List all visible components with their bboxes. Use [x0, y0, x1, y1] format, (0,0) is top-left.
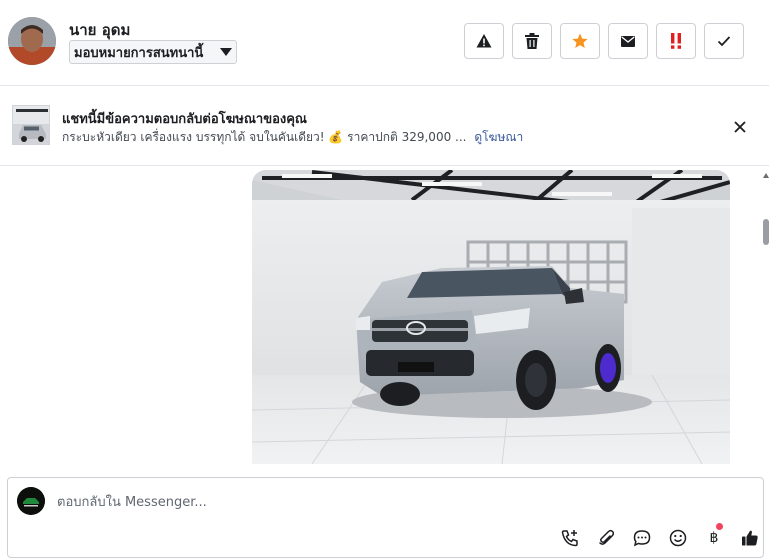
like-button[interactable]	[732, 527, 768, 549]
message-image-pickup-truck[interactable]	[252, 170, 730, 464]
composer-toolbar: ฿	[552, 523, 768, 549]
chat-bubble-icon	[633, 530, 651, 547]
payment-button[interactable]: ฿	[696, 523, 732, 549]
scroll-up-arrow-icon[interactable]	[763, 173, 769, 178]
caret-down-icon	[220, 48, 232, 56]
paperclip-icon	[599, 529, 614, 545]
baht-icon: ฿	[709, 530, 719, 546]
delete-button[interactable]	[512, 23, 552, 59]
call-button[interactable]	[552, 527, 588, 549]
emoji-button[interactable]	[660, 527, 696, 549]
emoji-icon	[669, 529, 687, 547]
thread-scrollbar[interactable]	[763, 167, 769, 473]
close-banner-button[interactable]	[731, 118, 749, 136]
reply-input[interactable]	[57, 492, 657, 512]
saved-replies-button[interactable]	[624, 527, 660, 549]
double-exclamation-icon	[671, 33, 681, 49]
message-thread	[0, 167, 769, 473]
conversation-actions	[464, 23, 744, 59]
mark-done-button[interactable]	[704, 23, 744, 59]
checkmark-icon	[717, 36, 731, 47]
ad-banner-description: กระบะหัวเดียว เครื่องแรง บรรทุกได้ จบในค…	[62, 128, 523, 147]
contact-avatar[interactable]	[8, 17, 56, 65]
notification-dot	[716, 523, 723, 530]
phone-plus-icon	[561, 530, 578, 547]
page-avatar	[17, 487, 45, 515]
view-ad-link[interactable]: ดูโฆษณา	[474, 130, 523, 144]
ad-description-text: กระบะหัวเดียว เครื่องแรง บรรทุกได้ จบในค…	[62, 130, 467, 144]
attach-button[interactable]	[588, 527, 624, 549]
star-button[interactable]	[560, 23, 600, 59]
scrollbar-thumb[interactable]	[763, 219, 769, 245]
assign-conversation-label: มอบหมายการสนทนานี้	[74, 45, 204, 61]
contact-name: นาย อุดม	[69, 21, 131, 39]
spam-button[interactable]	[464, 23, 504, 59]
ad-banner-title: แชทนี้มีข้อความตอบกลับต่อโฆษณาของคุณ	[62, 112, 307, 127]
thumbs-up-icon	[742, 530, 758, 546]
close-icon	[734, 121, 746, 133]
conversation-header: นาย อุดม มอบหมายการสนทนานี้	[0, 0, 769, 86]
envelope-icon	[621, 35, 635, 47]
star-icon	[572, 33, 588, 48]
ad-reply-banner: แชทนี้มีข้อความตอบกลับต่อโฆษณาของคุณ กระ…	[0, 86, 769, 166]
assign-conversation-dropdown[interactable]: มอบหมายการสนทนานี้	[69, 40, 237, 64]
mark-unread-button[interactable]	[608, 23, 648, 59]
message-composer: ฿	[7, 477, 764, 558]
mark-important-button[interactable]	[656, 23, 696, 59]
warning-triangle-icon	[476, 34, 492, 48]
ad-thumbnail[interactable]	[12, 105, 50, 145]
trash-icon	[525, 33, 539, 49]
